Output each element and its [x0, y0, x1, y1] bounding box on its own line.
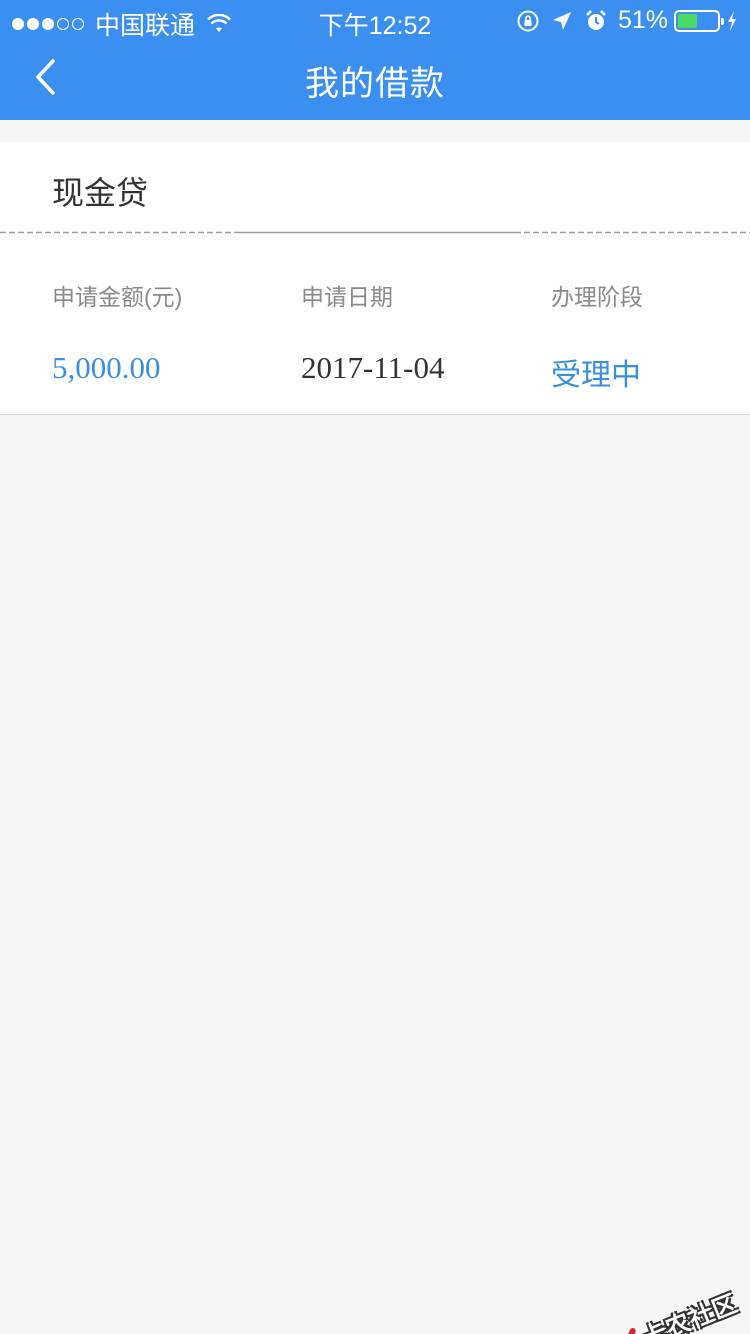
amount-label: 申请金额(元): [52, 284, 183, 310]
card-divider: [0, 231, 750, 234]
status-bar: 中国联通 下午12:52 51%: [0, 0, 750, 40]
watermark: 卡农社区: [608, 1284, 742, 1334]
status-right: 51%: [516, 6, 738, 35]
watermark-text: 卡农社区: [638, 1290, 742, 1334]
application-date: 2017-11-04: [301, 350, 445, 385]
loan-amount: 5,000.00: [52, 350, 161, 385]
rotation-lock-icon: [517, 10, 539, 31]
navigation-bar: 我的借款: [0, 40, 750, 120]
date-label: 申请日期: [301, 284, 393, 310]
loan-card[interactable]: 现金贷 申请金额(元) 申请日期 办理阶段 5,000.00 2017-11-0…: [0, 142, 750, 415]
stage-label: 办理阶段: [551, 284, 643, 310]
page-title: 我的借款: [305, 65, 445, 103]
battery-level-fill: [678, 13, 697, 28]
processing-stage-status: 受理中: [551, 359, 641, 392]
app-header: 中国联通 下午12:52 51% 我的借款: [0, 0, 750, 120]
loan-product-title: 现金贷: [52, 175, 149, 211]
charging-bolt-icon: [728, 10, 736, 31]
battery-icon: [674, 9, 724, 32]
battery-percent: 51%: [617, 6, 668, 34]
location-arrow-icon: [552, 11, 571, 30]
alarm-clock-icon: [586, 9, 606, 30]
